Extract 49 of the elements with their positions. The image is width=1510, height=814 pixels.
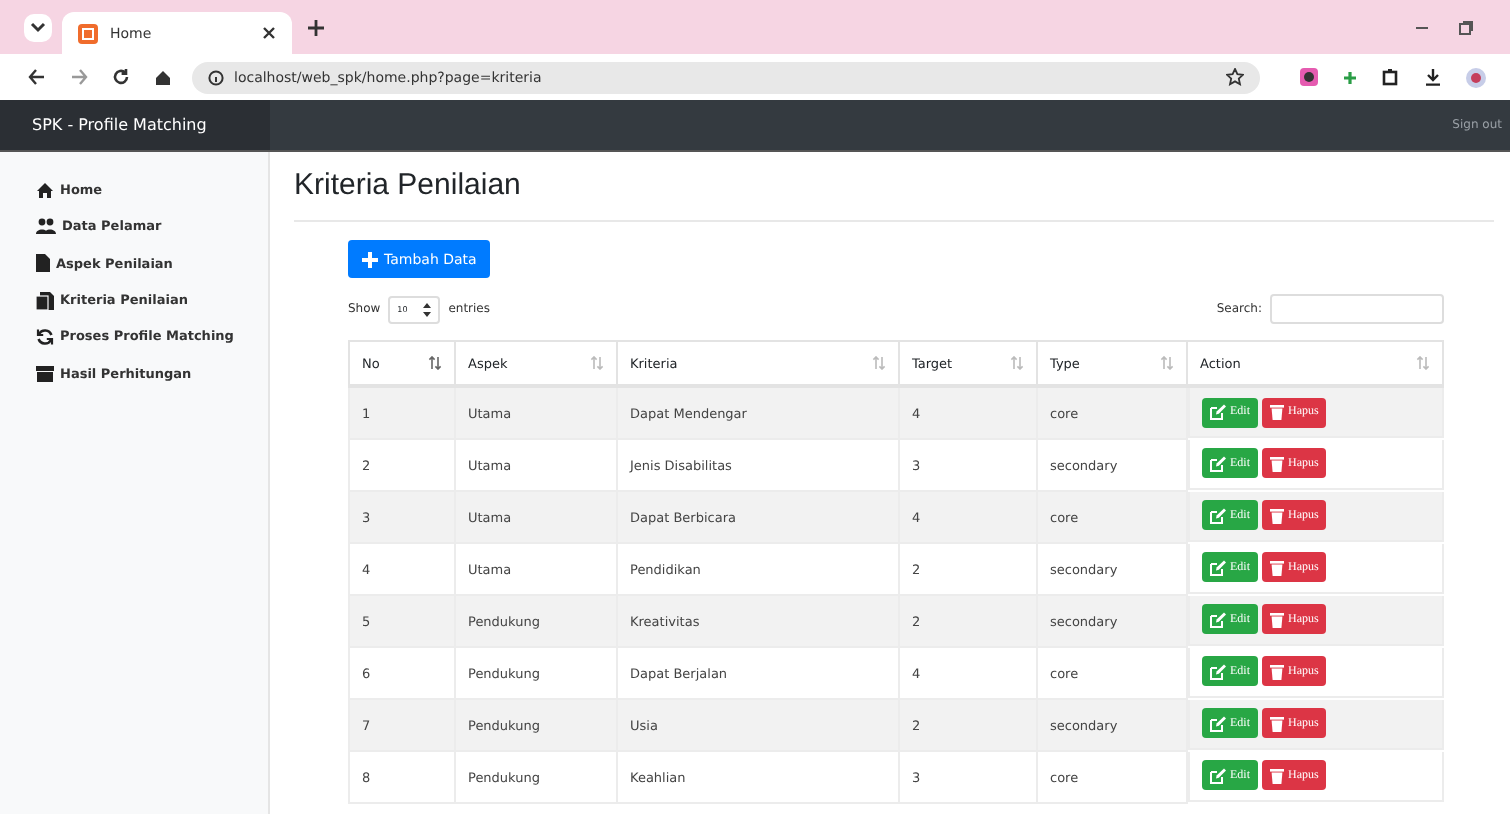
star-icon[interactable]	[1226, 68, 1244, 86]
page-title: Kriteria Penilaian	[294, 152, 1494, 222]
extension-icon[interactable]	[1300, 68, 1318, 86]
home-icon[interactable]	[154, 68, 172, 86]
search-field[interactable]	[1270, 294, 1444, 324]
trash-icon	[1270, 715, 1284, 731]
plus-icon	[362, 251, 378, 267]
edit-icon	[1210, 715, 1226, 731]
sort-icon	[872, 356, 886, 370]
users-icon	[36, 218, 56, 235]
restore-icon[interactable]	[1458, 19, 1474, 35]
edit-icon	[1210, 559, 1226, 575]
site-icon	[78, 23, 98, 43]
back-icon[interactable]	[28, 68, 46, 86]
edit-icon	[1210, 663, 1226, 679]
plus-icon[interactable]	[1342, 69, 1358, 85]
trash-icon	[1270, 663, 1284, 679]
sort-icon	[1160, 356, 1174, 370]
file-icon	[36, 254, 50, 273]
tab-list-button[interactable]	[24, 13, 52, 41]
edit-icon	[1210, 507, 1226, 523]
sort-icon	[1416, 356, 1430, 370]
edit-icon	[1210, 404, 1226, 420]
edit-icon	[1210, 455, 1226, 471]
trash-icon	[1270, 559, 1284, 575]
reload-icon[interactable]	[112, 68, 130, 86]
files-icon	[36, 291, 54, 310]
trash-icon	[1270, 404, 1284, 420]
new-tab-icon[interactable]	[308, 19, 324, 35]
trash-icon	[1270, 507, 1284, 523]
home-icon	[36, 182, 54, 199]
info-icon	[208, 69, 224, 85]
archive-icon	[36, 365, 54, 382]
trash-icon	[1270, 767, 1284, 783]
brand-title[interactable]: SPK - Profile Matching	[0, 100, 270, 150]
trash-icon	[1270, 455, 1284, 471]
profile-avatar[interactable]	[1466, 67, 1486, 87]
download-icon[interactable]	[1424, 68, 1442, 86]
close-icon[interactable]	[262, 26, 276, 40]
sort-icon	[1010, 356, 1024, 370]
sort-icon	[590, 356, 604, 370]
stepper-icon	[421, 301, 432, 317]
refresh-icon	[36, 327, 54, 346]
trash-icon	[1270, 611, 1284, 627]
sort-icon	[428, 356, 442, 370]
forward-icon[interactable]	[70, 68, 88, 86]
edit-icon	[1210, 611, 1226, 627]
edit-icon	[1210, 767, 1226, 783]
caret-icon	[30, 21, 46, 33]
